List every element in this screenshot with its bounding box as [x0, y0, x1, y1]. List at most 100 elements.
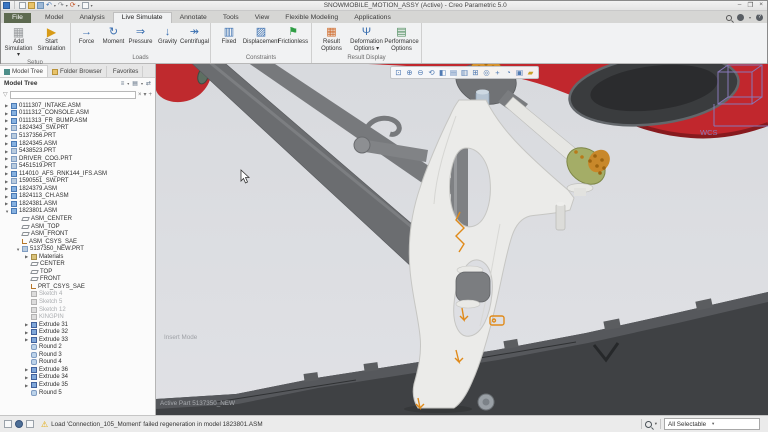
tree-toggle-icon[interactable] — [4, 420, 12, 428]
tree-row[interactable]: Sketch 5 — [0, 298, 155, 306]
notifications-icon[interactable] — [26, 420, 34, 428]
tree-row[interactable]: ▶ 5438523.PRT — [0, 147, 155, 155]
panel-tab-model-tree[interactable]: Model Tree — [0, 65, 48, 77]
tree-row[interactable]: FRONT — [0, 276, 155, 284]
display-style-icon[interactable]: ◧ — [438, 67, 447, 78]
tree-row[interactable]: Round 5 — [0, 389, 155, 397]
tree-row[interactable]: ▶ 0111307_INTAKE.ASM — [0, 102, 155, 110]
tree-row[interactable]: ▶ 5137356.PRT — [0, 132, 155, 140]
tree-filter-settings-icon[interactable]: ≡ — [121, 81, 125, 87]
warning-icon[interactable]: ⚠ — [41, 420, 48, 429]
tree-row[interactable]: ▶ 0111313_FR_BUMP.ASM — [0, 117, 155, 125]
tree-row[interactable]: ▼ 5137350_NEW.PRT — [0, 245, 155, 253]
datum-display-icon[interactable]: ⊞ — [471, 67, 480, 78]
tree-row[interactable]: PRT_CSYS_SAE — [0, 283, 155, 291]
help-icon[interactable]: ? — [756, 14, 763, 21]
tree-row[interactable]: ▶ Extrude 31 — [0, 321, 155, 329]
status-message[interactable]: Load 'Connection_105_Moment' failed rege… — [51, 421, 638, 428]
tree-row[interactable]: Sketch 4 — [0, 291, 155, 299]
tree-row[interactable]: ▶ Extrude 34 — [0, 374, 155, 382]
selection-filter-dropdown[interactable]: All Selectable ▾ — [664, 418, 760, 430]
refit-icon[interactable]: ⊡ — [394, 67, 403, 78]
connect-icon[interactable] — [736, 14, 744, 21]
deformation-options-button[interactable]: Deformation Options ▾ — [350, 25, 383, 52]
tab-flexible-modeling[interactable]: Flexible Modeling — [277, 13, 346, 23]
connect-caret-icon[interactable]: ▾ — [749, 15, 751, 20]
saved-orientations-icon[interactable]: ▤ — [449, 67, 458, 78]
tree-row[interactable]: ▶ 1824113_CH.ASM — [0, 193, 155, 201]
tree-columns-icon[interactable]: ▤ — [132, 80, 138, 87]
tab-tools[interactable]: Tools — [215, 13, 247, 23]
gravity-button[interactable]: Gravity — [155, 25, 180, 46]
tree-row[interactable]: ▶ 114010_AFS_RNK144_IFS.ASM — [0, 170, 155, 178]
tab-model[interactable]: Model — [37, 13, 72, 23]
redo-icon[interactable]: ↷ — [58, 2, 64, 9]
tab-analysis[interactable]: Analysis — [71, 13, 112, 23]
force-button[interactable]: Force — [74, 25, 99, 46]
annotation-display-icon[interactable]: ◎ — [482, 67, 491, 78]
close-button[interactable]: × — [759, 1, 763, 9]
filter-caret-icon[interactable]: ▾ — [143, 91, 146, 99]
tree-row[interactable]: ▶ 1824345.ASM — [0, 140, 155, 148]
tab-applications[interactable]: Applications — [346, 13, 399, 23]
regenerate-caret-icon[interactable]: ▾ — [78, 3, 80, 8]
3d-box-icon[interactable]: ▣ — [515, 67, 524, 78]
tree-row[interactable]: ▶ 1590551_SW.PRT — [0, 177, 155, 185]
panel-tab-folder-browser[interactable]: Folder Browser — [48, 66, 107, 77]
displacement-button[interactable]: Displacement — [243, 25, 279, 46]
tree-collapse-icon[interactable]: ⇄ — [146, 80, 151, 87]
tab-file[interactable]: File — [4, 13, 31, 23]
graphics-viewport[interactable]: WCS ⊡ ⊕ ⊖ ⟲ ◧ ▤ ▥ ⊞ ◎ + ◔ ▣ ▰ Insert Mod… — [156, 64, 768, 415]
tree-row[interactable]: Round 2 — [0, 344, 155, 352]
moment-button[interactable]: Moment — [101, 25, 126, 46]
tab-live-simulate[interactable]: Live Simulate — [112, 12, 172, 23]
add-simulation-button[interactable]: Add Simulation ▾ — [3, 25, 34, 59]
start-simulation-button[interactable]: Start Simulation — [36, 25, 67, 52]
panel-tab-favorites[interactable]: Favorites — [107, 66, 144, 77]
tree-row[interactable]: ▼ 1823801.ASM — [0, 208, 155, 216]
zoom-in-icon[interactable]: ⊕ — [405, 67, 414, 78]
browser-toggle-icon[interactable] — [15, 420, 23, 428]
tree-row[interactable]: ▶ Materials — [0, 253, 155, 261]
result-options-button[interactable]: Result Options — [315, 25, 348, 52]
tree-row[interactable]: ▶ 1824379.ASM — [0, 185, 155, 193]
view-manager-icon[interactable]: ▥ — [460, 67, 469, 78]
windows-icon[interactable] — [81, 1, 89, 9]
tree-row[interactable]: Round 3 — [0, 351, 155, 359]
find-icon[interactable] — [644, 420, 652, 428]
tree-row[interactable]: ASM_FRONT — [0, 230, 155, 238]
redo-caret-icon[interactable]: ▾ — [66, 3, 68, 8]
tree-row[interactable]: ▶ 1824381.ASM — [0, 200, 155, 208]
search-icon[interactable] — [725, 14, 732, 21]
performance-options-button[interactable]: Performance Options — [384, 25, 418, 52]
tree-row[interactable]: ▶ Extrude 35 — [0, 381, 155, 389]
frictionless-button[interactable]: Frictionless — [278, 25, 308, 46]
new-file-icon[interactable] — [19, 1, 26, 9]
undo-icon[interactable]: ↶ — [46, 2, 52, 9]
tree-row[interactable]: CENTER — [0, 260, 155, 268]
centrifugal-button[interactable]: Centrifugal — [180, 25, 209, 46]
tree-row[interactable]: ASM_CSYS_SAE — [0, 238, 155, 246]
save-icon[interactable] — [37, 1, 44, 9]
repaint-icon[interactable]: ⟲ — [427, 67, 436, 78]
minimize-button[interactable]: – — [738, 1, 742, 9]
spin-center-icon[interactable]: + — [493, 67, 502, 78]
tree-row[interactable]: ▶ 1824343_SW.PRT — [0, 125, 155, 133]
regenerate-icon[interactable]: ⟳ — [70, 2, 76, 9]
tree-filter-input[interactable] — [9, 90, 136, 99]
tree-row[interactable]: ASM_TOP — [0, 223, 155, 231]
tree-row[interactable]: ▶ 5451519.PRT — [0, 162, 155, 170]
tree-row[interactable]: ▶ Extrude 36 — [0, 366, 155, 374]
fixed-button[interactable]: Fixed — [214, 25, 244, 46]
find-caret-icon[interactable]: ▾ — [655, 421, 657, 427]
tree-row[interactable]: ▶ DRIVER_COG.PRT — [0, 155, 155, 163]
sim-display-icon[interactable]: ▰ — [526, 67, 535, 78]
perspective-icon[interactable]: ◔ — [504, 67, 513, 78]
filter-clear-icon[interactable]: × — [138, 91, 142, 99]
pressure-button[interactable]: Pressure — [128, 25, 153, 46]
tab-annotate[interactable]: Annotate — [172, 13, 215, 23]
tree-row[interactable]: TOP — [0, 268, 155, 276]
filter-add-icon[interactable]: + — [148, 91, 152, 99]
tree-row[interactable]: Round 4 — [0, 359, 155, 367]
restore-button[interactable]: ❐ — [747, 1, 753, 9]
